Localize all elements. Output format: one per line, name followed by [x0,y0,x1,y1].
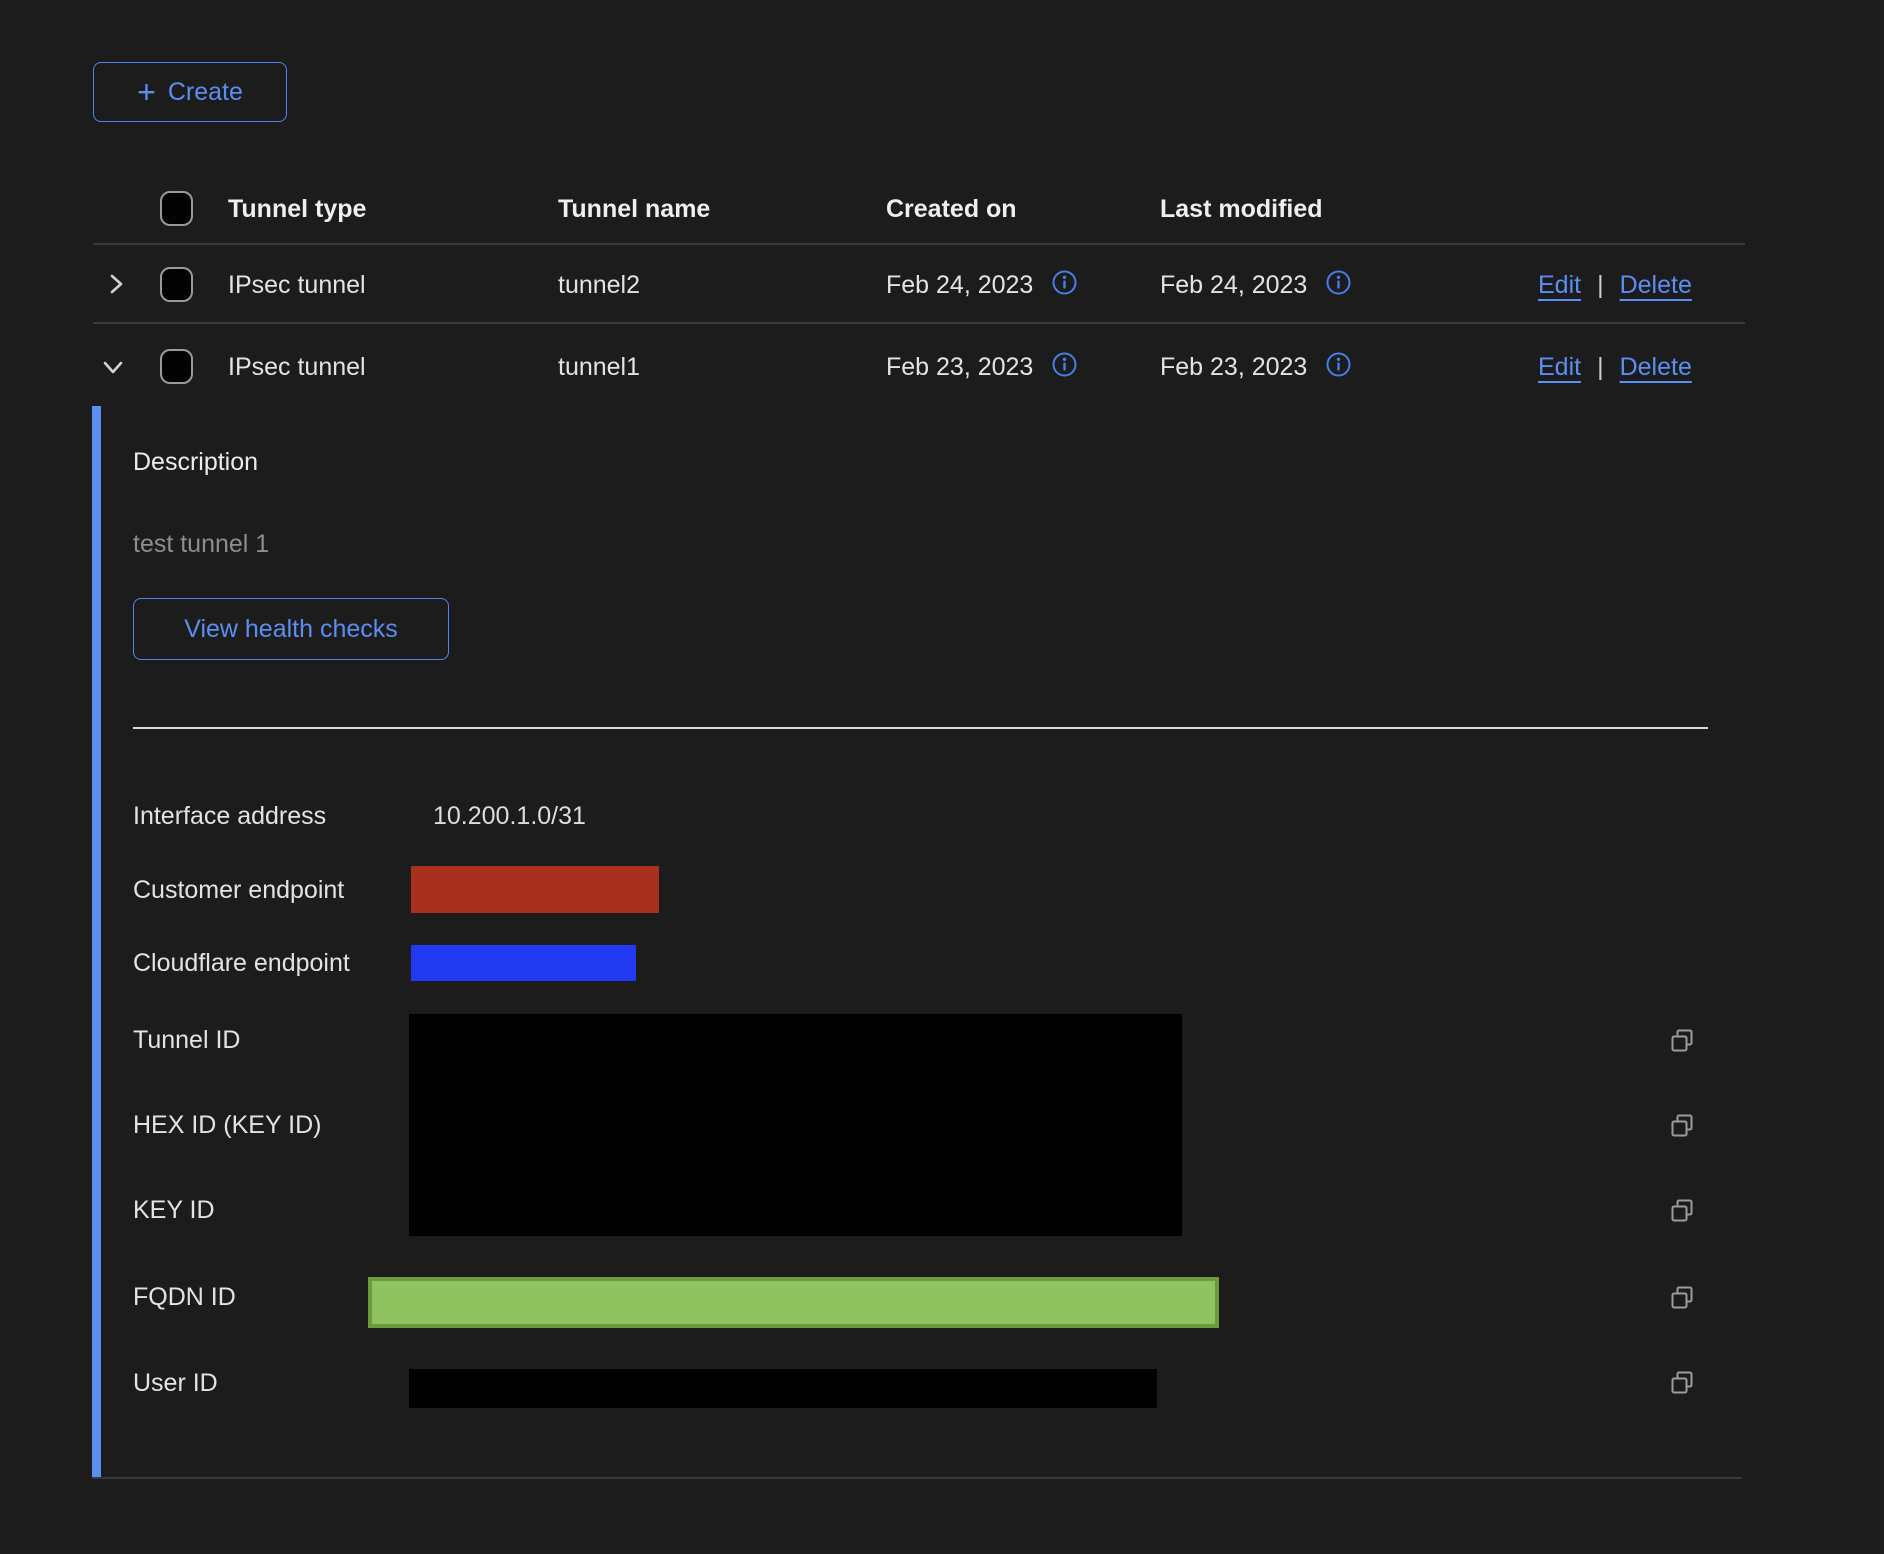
user-id-redaction [409,1369,1157,1408]
key-id-label: KEY ID [133,1190,215,1230]
column-header-tunnel-name: Tunnel name [558,189,710,229]
row-checkbox[interactable] [160,349,193,384]
tunnel-id-label: Tunnel ID [133,1020,240,1060]
interface-address-value: 10.200.1.0/31 [433,796,586,836]
row-checkbox[interactable] [160,267,193,302]
actions-separator: | [1597,353,1604,382]
created-on-cell: Feb 24, 2023 [886,265,1078,305]
edit-link[interactable]: Edit [1538,271,1581,300]
edit-link[interactable]: Edit [1538,353,1581,382]
column-header-last-modified: Last modified [1160,189,1323,229]
delete-link[interactable]: Delete [1620,353,1692,382]
info-icon[interactable] [1325,269,1352,301]
copy-icon[interactable] [1669,1027,1696,1054]
tunnel-name-cell: tunnel2 [558,265,640,305]
interface-address-label: Interface address [133,796,326,836]
customer-endpoint-label: Customer endpoint [133,870,344,910]
ids-redaction-block [409,1014,1182,1236]
create-button-label: Create [168,78,243,107]
info-icon[interactable] [1051,269,1078,301]
row-actions: Edit | Delete [1538,347,1692,387]
delete-link[interactable]: Delete [1620,271,1692,300]
column-header-created-on: Created on [886,189,1017,229]
tunnels-page: + Create Tunnel type Tunnel name Created… [0,0,1884,1554]
expanded-row-accent-bar [92,406,101,1478]
fqdn-id-redaction [368,1277,1219,1328]
user-id-label: User ID [133,1363,218,1403]
last-modified-cell: Feb 24, 2023 [1160,265,1352,305]
customer-endpoint-redaction [411,866,659,913]
info-icon[interactable] [1051,351,1078,383]
tunnel-name-cell: tunnel1 [558,347,640,387]
header-divider [93,243,1745,245]
plus-icon: + [137,77,156,107]
create-button[interactable]: + Create [93,62,287,122]
description-label: Description [133,442,258,482]
actions-separator: | [1597,271,1604,300]
select-all-checkbox[interactable] [160,191,193,226]
expanded-row-bottom-divider [92,1477,1742,1479]
expand-row-chevron-right-icon[interactable] [101,269,131,304]
view-health-checks-label: View health checks [184,615,398,644]
tunnel-type-cell: IPsec tunnel [228,265,366,305]
copy-icon[interactable] [1669,1112,1696,1139]
copy-icon[interactable] [1669,1369,1696,1396]
view-health-checks-button[interactable]: View health checks [133,598,449,660]
created-on-cell: Feb 23, 2023 [886,347,1078,387]
cloudflare-endpoint-label: Cloudflare endpoint [133,943,350,983]
fqdn-id-label: FQDN ID [133,1277,236,1317]
column-header-tunnel-type: Tunnel type [228,189,366,229]
tunnel-type-cell: IPsec tunnel [228,347,366,387]
info-icon[interactable] [1325,351,1352,383]
collapse-row-chevron-down-icon[interactable] [98,352,128,387]
last-modified-cell: Feb 23, 2023 [1160,347,1352,387]
details-divider [133,727,1708,729]
description-value: test tunnel 1 [133,524,269,564]
hex-id-label: HEX ID (KEY ID) [133,1105,321,1145]
row-actions: Edit | Delete [1538,265,1692,305]
cloudflare-endpoint-redaction [411,945,636,981]
created-on-date: Feb 23, 2023 [886,347,1033,387]
created-on-date: Feb 24, 2023 [886,265,1033,305]
last-modified-date: Feb 24, 2023 [1160,265,1307,305]
copy-icon[interactable] [1669,1284,1696,1311]
last-modified-date: Feb 23, 2023 [1160,347,1307,387]
copy-icon[interactable] [1669,1197,1696,1224]
row-divider [93,322,1745,324]
